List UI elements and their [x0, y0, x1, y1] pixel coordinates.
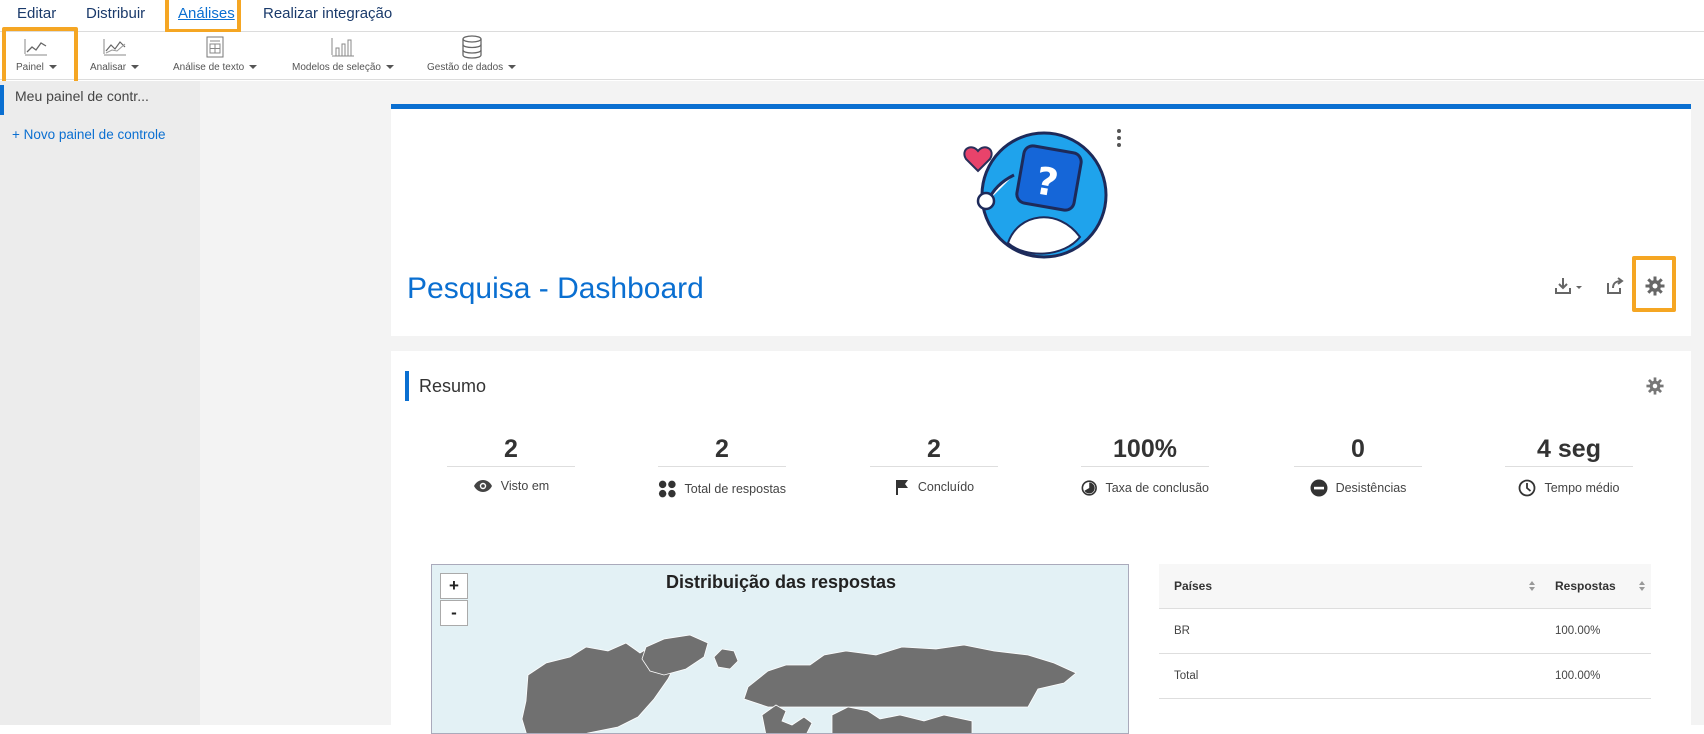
text-analysis-icon: [202, 36, 228, 58]
tool-analise-texto[interactable]: Análise de texto: [173, 36, 258, 73]
tool-analisar[interactable]: Analisar: [90, 36, 140, 73]
header-respostas[interactable]: Respostas: [1541, 579, 1651, 593]
chevron-down-icon: [385, 65, 394, 70]
sort-icon[interactable]: [1529, 581, 1535, 591]
share-icon: [1607, 277, 1624, 294]
sidebar: Meu painel de contr... + Novo painel de …: [0, 81, 200, 725]
toolbar: Painel Analisar Análise de texto Modelos…: [0, 32, 1704, 80]
stat-value: 4 seg: [1505, 431, 1633, 467]
cell-percent: 100.00%: [1555, 625, 1601, 637]
tool-modelos-selecao[interactable]: Modelos de seleção: [292, 36, 394, 73]
more-options-icon[interactable]: [1116, 129, 1122, 149]
stat-visto-em: 2 Visto em: [447, 431, 575, 493]
bar-chart-icon: [330, 36, 356, 58]
stat-label: Total de respostas: [684, 482, 786, 496]
response-map[interactable]: Distribuição das respostas + -: [431, 564, 1129, 734]
sort-icon[interactable]: [1639, 581, 1645, 591]
header-paises[interactable]: Países: [1159, 579, 1541, 593]
flag-icon: [895, 480, 908, 495]
chevron-down-icon: [131, 65, 140, 70]
responses-table: Países Respostas BR 100.00% Total 100.00…: [1159, 564, 1651, 699]
database-icon: [459, 35, 485, 59]
header-paises-label: Países: [1174, 579, 1213, 593]
cell-country: Total: [1174, 670, 1199, 682]
highlight-settings: [1632, 256, 1676, 312]
stat-value: 2: [658, 431, 786, 467]
download-icon: [1555, 278, 1582, 294]
header-respostas-label: Respostas: [1555, 579, 1616, 593]
stat-label: Desistências: [1335, 481, 1407, 495]
summary-card: Resumo 2 Visto em 2 Total de respostas 2…: [391, 351, 1691, 734]
menu-realizar-integracao[interactable]: Realizar integração: [263, 5, 392, 22]
download-button[interactable]: [1551, 274, 1587, 298]
stat-desistencias: 0 Desistências: [1294, 431, 1422, 497]
table-header: Países Respostas: [1159, 564, 1651, 609]
dashboard-header-card: ? Pesquisa - Dashboard: [391, 104, 1691, 336]
stat-value: 0: [1294, 431, 1422, 467]
top-menu-bar: Editar Distribuir Análises Realizar inte…: [0, 0, 1704, 32]
eye-icon: [473, 480, 492, 492]
page-title: Pesquisa - Dashboard: [407, 272, 704, 305]
tool-gestao-dados[interactable]: Gestão de dados: [427, 35, 517, 73]
stat-value: 100%: [1081, 431, 1209, 467]
chevron-down-icon: [508, 65, 517, 70]
summary-title: Resumo: [405, 371, 486, 401]
map-zoom-out-button[interactable]: -: [440, 600, 468, 626]
tool-analisar-label: Analisar: [90, 62, 127, 73]
stat-taxa-conclusao: 100% Taxa de conclusão: [1081, 431, 1209, 497]
chevron-down-icon: [249, 65, 258, 70]
minus-circle-icon: [1310, 479, 1328, 497]
grid-dots-icon: [658, 480, 676, 498]
pie-icon: [1081, 480, 1097, 496]
stat-value: 2: [447, 431, 575, 467]
map-title: Distribuição das respostas: [665, 572, 897, 592]
tool-gestao-dados-label: Gestão de dados: [427, 62, 504, 73]
clock-icon: [1519, 479, 1536, 497]
tool-analise-texto-label: Análise de texto: [173, 62, 245, 73]
new-dashboard-link[interactable]: + Novo painel de controle: [12, 127, 165, 142]
stat-label: Taxa de conclusão: [1105, 481, 1209, 495]
stat-value: 2: [870, 431, 998, 467]
share-button[interactable]: [1603, 274, 1627, 298]
table-row: Total 100.00%: [1159, 654, 1651, 699]
summary-settings-button[interactable]: [1644, 375, 1666, 397]
stat-label: Concluído: [917, 480, 975, 494]
table-row: BR 100.00%: [1159, 609, 1651, 654]
dashboard-logo: ?: [948, 123, 1108, 259]
trend-chart-icon: [102, 36, 128, 58]
highlight-analises: [165, 0, 241, 33]
cell-country: BR: [1174, 625, 1190, 637]
menu-editar[interactable]: Editar: [17, 5, 56, 22]
menu-distribuir[interactable]: Distribuir: [86, 5, 145, 22]
stat-label: Tempo médio: [1544, 481, 1620, 495]
map-zoom-in-button[interactable]: +: [440, 573, 468, 599]
stat-tempo-medio: 4 seg Tempo médio: [1505, 431, 1633, 497]
stat-concluido: 2 Concluído: [870, 431, 998, 495]
stat-label: Visto em: [500, 479, 550, 493]
sidebar-item-meu-painel[interactable]: Meu painel de contr...: [0, 85, 200, 115]
stat-total-respostas: 2 Total de respostas: [658, 431, 786, 499]
tool-modelos-selecao-label: Modelos de seleção: [292, 62, 381, 73]
highlight-painel: [2, 27, 78, 87]
cell-percent: 100.00%: [1555, 670, 1601, 682]
gear-icon: [1646, 377, 1664, 395]
